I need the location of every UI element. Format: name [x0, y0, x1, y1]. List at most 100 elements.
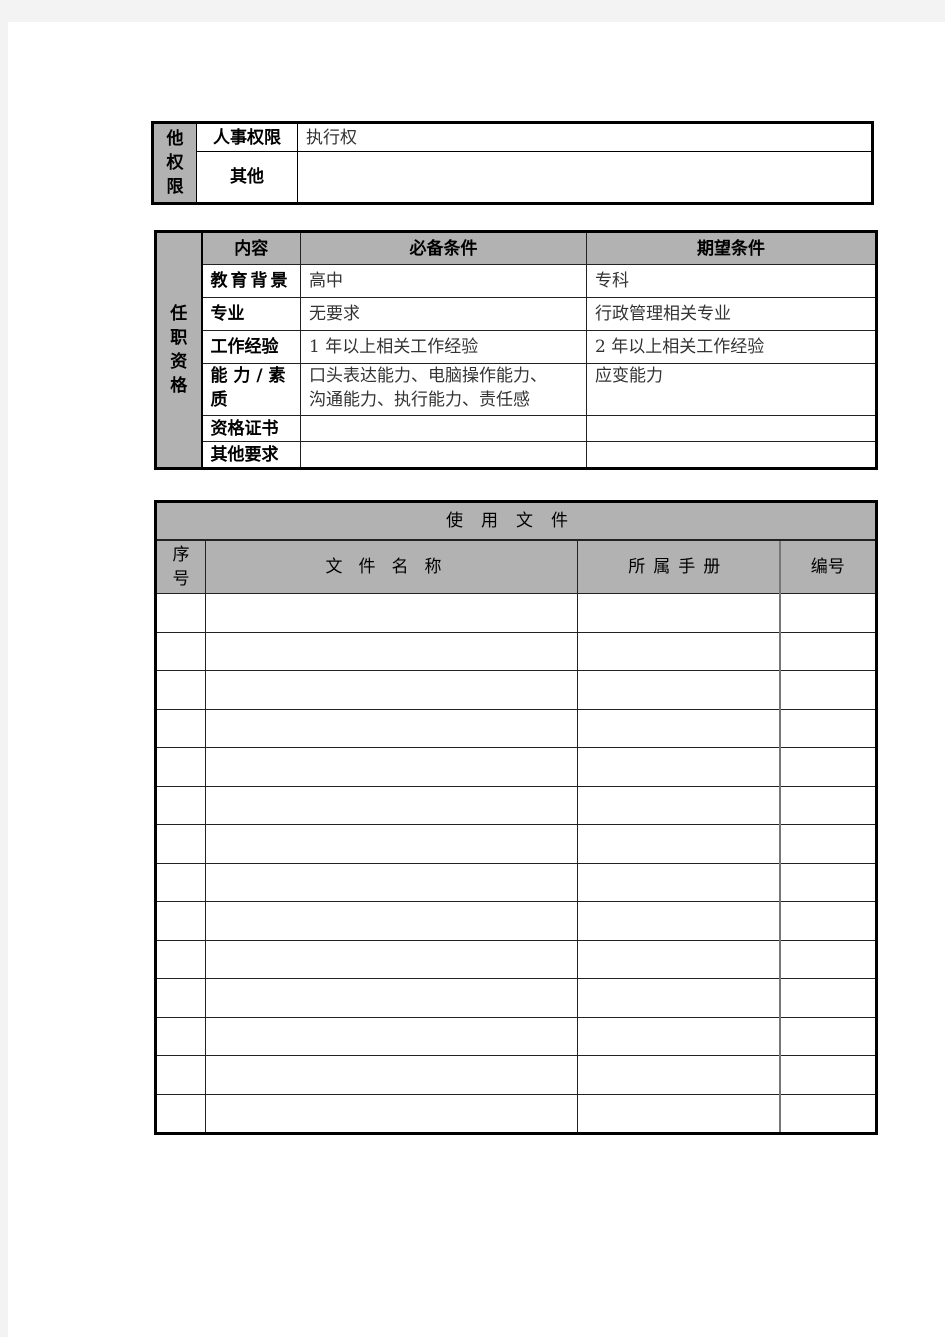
authority-label: 人事权限 — [196, 122, 298, 152]
document-index-cell — [155, 978, 206, 1018]
document-name-cell — [205, 901, 578, 941]
authority-row: 其他 — [153, 151, 873, 204]
document-name-cell — [205, 670, 578, 710]
qualification-expected: 专科 — [586, 264, 877, 298]
document-index-cell — [155, 1055, 206, 1095]
document-manual-cell — [577, 593, 780, 633]
item-line: 能 力 / 素 — [210, 366, 286, 386]
document-row — [155, 862, 877, 902]
qualification-expected — [586, 441, 877, 469]
document-row — [155, 939, 877, 979]
section-char: 他 — [166, 129, 184, 149]
document-manual-cell — [577, 824, 780, 864]
qualification-row: 资格证书 — [156, 415, 877, 442]
document-index-cell — [155, 708, 206, 748]
document-index-cell — [155, 1016, 206, 1056]
document-number-cell — [778, 593, 877, 633]
qualification-expected: 行政管理相关专业 — [586, 297, 877, 331]
document-row — [155, 593, 877, 633]
document-index-cell — [155, 785, 206, 825]
document-index-cell — [155, 747, 206, 787]
item-line: 质 — [210, 390, 228, 410]
document-number-cell — [778, 901, 877, 941]
document-row — [155, 1016, 877, 1056]
required-line: 沟通能力、执行能力、责任感 — [309, 390, 530, 410]
document-page: 他 权 限 人事权限 执行权 其他 任 职 资 格 内容 必备条件 期望条件 教… — [8, 22, 945, 1337]
document-name-cell — [205, 978, 578, 1018]
document-name-cell — [205, 1093, 578, 1134]
document-number-cell — [778, 708, 877, 748]
authority-section-label: 他 权 限 — [152, 122, 197, 204]
qualification-expected: 应变能力 — [586, 363, 877, 416]
documents-table: 使用文件 序 号 文件名称 所属手册 编号 — [154, 500, 878, 1135]
header-index-line: 号 — [172, 569, 190, 589]
qualification-item: 能 力 / 素 质 — [201, 363, 301, 416]
required-line: 口头表达能力、电脑操作能力、 — [309, 366, 547, 386]
documents-title: 使用文件 — [155, 501, 877, 541]
qualification-row: 其他要求 — [156, 441, 877, 469]
qualification-item: 工作经验 — [201, 330, 301, 364]
document-number-cell — [778, 824, 877, 864]
document-name-cell — [205, 593, 578, 633]
authority-table: 他 权 限 人事权限 执行权 其他 — [151, 121, 874, 205]
qualification-required: 无要求 — [300, 297, 587, 331]
document-number-cell — [778, 631, 877, 671]
document-number-cell — [778, 1093, 877, 1134]
header-manual: 所属手册 — [577, 539, 780, 594]
section-char: 资 — [170, 352, 188, 372]
document-index-cell — [155, 631, 206, 671]
document-name-cell — [205, 862, 578, 902]
qualification-required — [300, 441, 587, 469]
document-index-cell — [155, 862, 206, 902]
document-index-cell — [155, 824, 206, 864]
documents-header-row: 序 号 文件名称 所属手册 编号 — [155, 539, 877, 594]
document-row — [155, 824, 877, 864]
document-row — [155, 1055, 877, 1095]
document-number-cell — [778, 670, 877, 710]
document-name-cell — [205, 824, 578, 864]
qualification-header-row: 任 职 资 格 内容 必备条件 期望条件 — [155, 231, 877, 469]
qualification-table: 任 职 资 格 内容 必备条件 期望条件 教育背景 高中 专科 专业 无要求 行… — [154, 230, 878, 470]
qualification-item: 教育背景 — [201, 264, 301, 298]
section-char: 任 — [170, 304, 188, 324]
header-required: 必备条件 — [300, 231, 587, 265]
qualification-required: 高中 — [300, 264, 587, 298]
documents-title-row: 使用文件 — [155, 501, 877, 541]
document-manual-cell — [577, 1016, 780, 1056]
document-row — [155, 631, 877, 671]
document-number-cell — [778, 747, 877, 787]
qualification-row: 教育背景 高中 专科 — [156, 264, 877, 298]
qualification-section-label: 任 职 资 格 — [155, 231, 203, 469]
document-name-cell — [205, 747, 578, 787]
header-index: 序 号 — [155, 539, 206, 594]
document-name-cell — [205, 785, 578, 825]
document-manual-cell — [577, 978, 780, 1018]
document-row — [155, 901, 877, 941]
qualification-row: 专业 无要求 行政管理相关专业 — [156, 297, 877, 331]
document-number-cell — [778, 1016, 877, 1056]
document-row — [155, 670, 877, 710]
header-content: 内容 — [201, 231, 301, 265]
section-char: 限 — [166, 177, 184, 197]
document-row — [155, 747, 877, 787]
qualification-expected: 2 年以上相关工作经验 — [586, 330, 877, 364]
document-row — [155, 1093, 877, 1134]
header-document-name: 文件名称 — [205, 539, 578, 594]
document-row — [155, 785, 877, 825]
authority-label: 其他 — [196, 151, 298, 204]
qualification-item: 其他要求 — [201, 441, 301, 469]
document-name-cell — [205, 1055, 578, 1095]
qualification-row: 工作经验 1 年以上相关工作经验 2 年以上相关工作经验 — [156, 330, 877, 364]
qualification-row: 能 力 / 素 质 口头表达能力、电脑操作能力、 沟通能力、执行能力、责任感 应… — [156, 363, 877, 416]
section-char: 格 — [170, 376, 188, 396]
document-index-cell — [155, 1093, 206, 1134]
section-char: 职 — [170, 328, 188, 348]
document-index-cell — [155, 593, 206, 633]
qualification-expected — [586, 415, 877, 442]
document-name-cell — [205, 631, 578, 671]
document-manual-cell — [577, 939, 780, 979]
document-manual-cell — [577, 1055, 780, 1095]
document-manual-cell — [577, 670, 780, 710]
document-number-cell — [778, 785, 877, 825]
document-index-cell — [155, 939, 206, 979]
